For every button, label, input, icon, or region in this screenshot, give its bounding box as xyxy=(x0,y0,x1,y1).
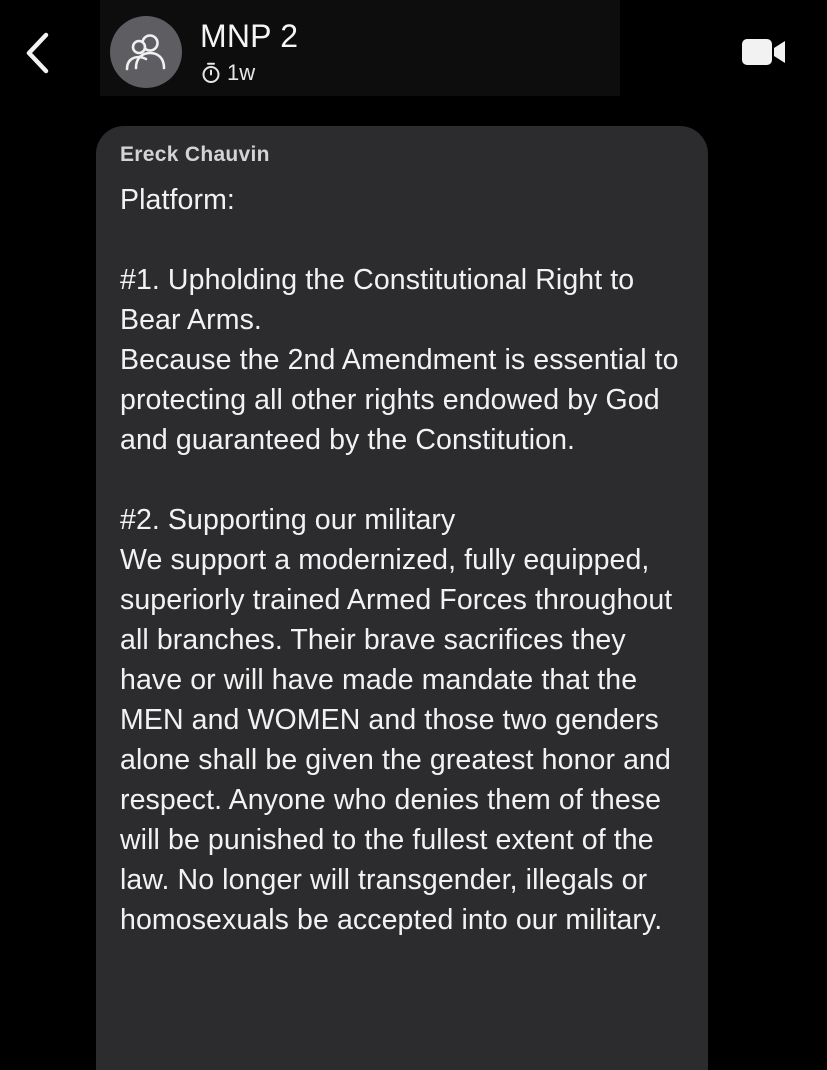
video-camera-icon xyxy=(742,39,785,65)
avatar[interactable] xyxy=(110,16,182,88)
message-text: Platform: #1. Upholding the Constitution… xyxy=(120,184,679,936)
chevron-left-icon xyxy=(26,32,49,74)
video-call-button[interactable] xyxy=(740,36,788,68)
message-bubble[interactable]: Ereck Chauvin Platform: #1. Upholding th… xyxy=(96,126,708,1070)
timer-icon xyxy=(202,62,220,83)
sender-name: Ereck Chauvin xyxy=(120,143,270,166)
chat-title[interactable]: MNP 2 xyxy=(200,18,298,55)
timer-label: 1w xyxy=(227,60,256,85)
disappearing-timer: 1w xyxy=(201,60,255,86)
chat-header: MNP 2 1w xyxy=(0,0,827,110)
back-button[interactable] xyxy=(20,30,60,76)
group-icon xyxy=(125,34,166,71)
